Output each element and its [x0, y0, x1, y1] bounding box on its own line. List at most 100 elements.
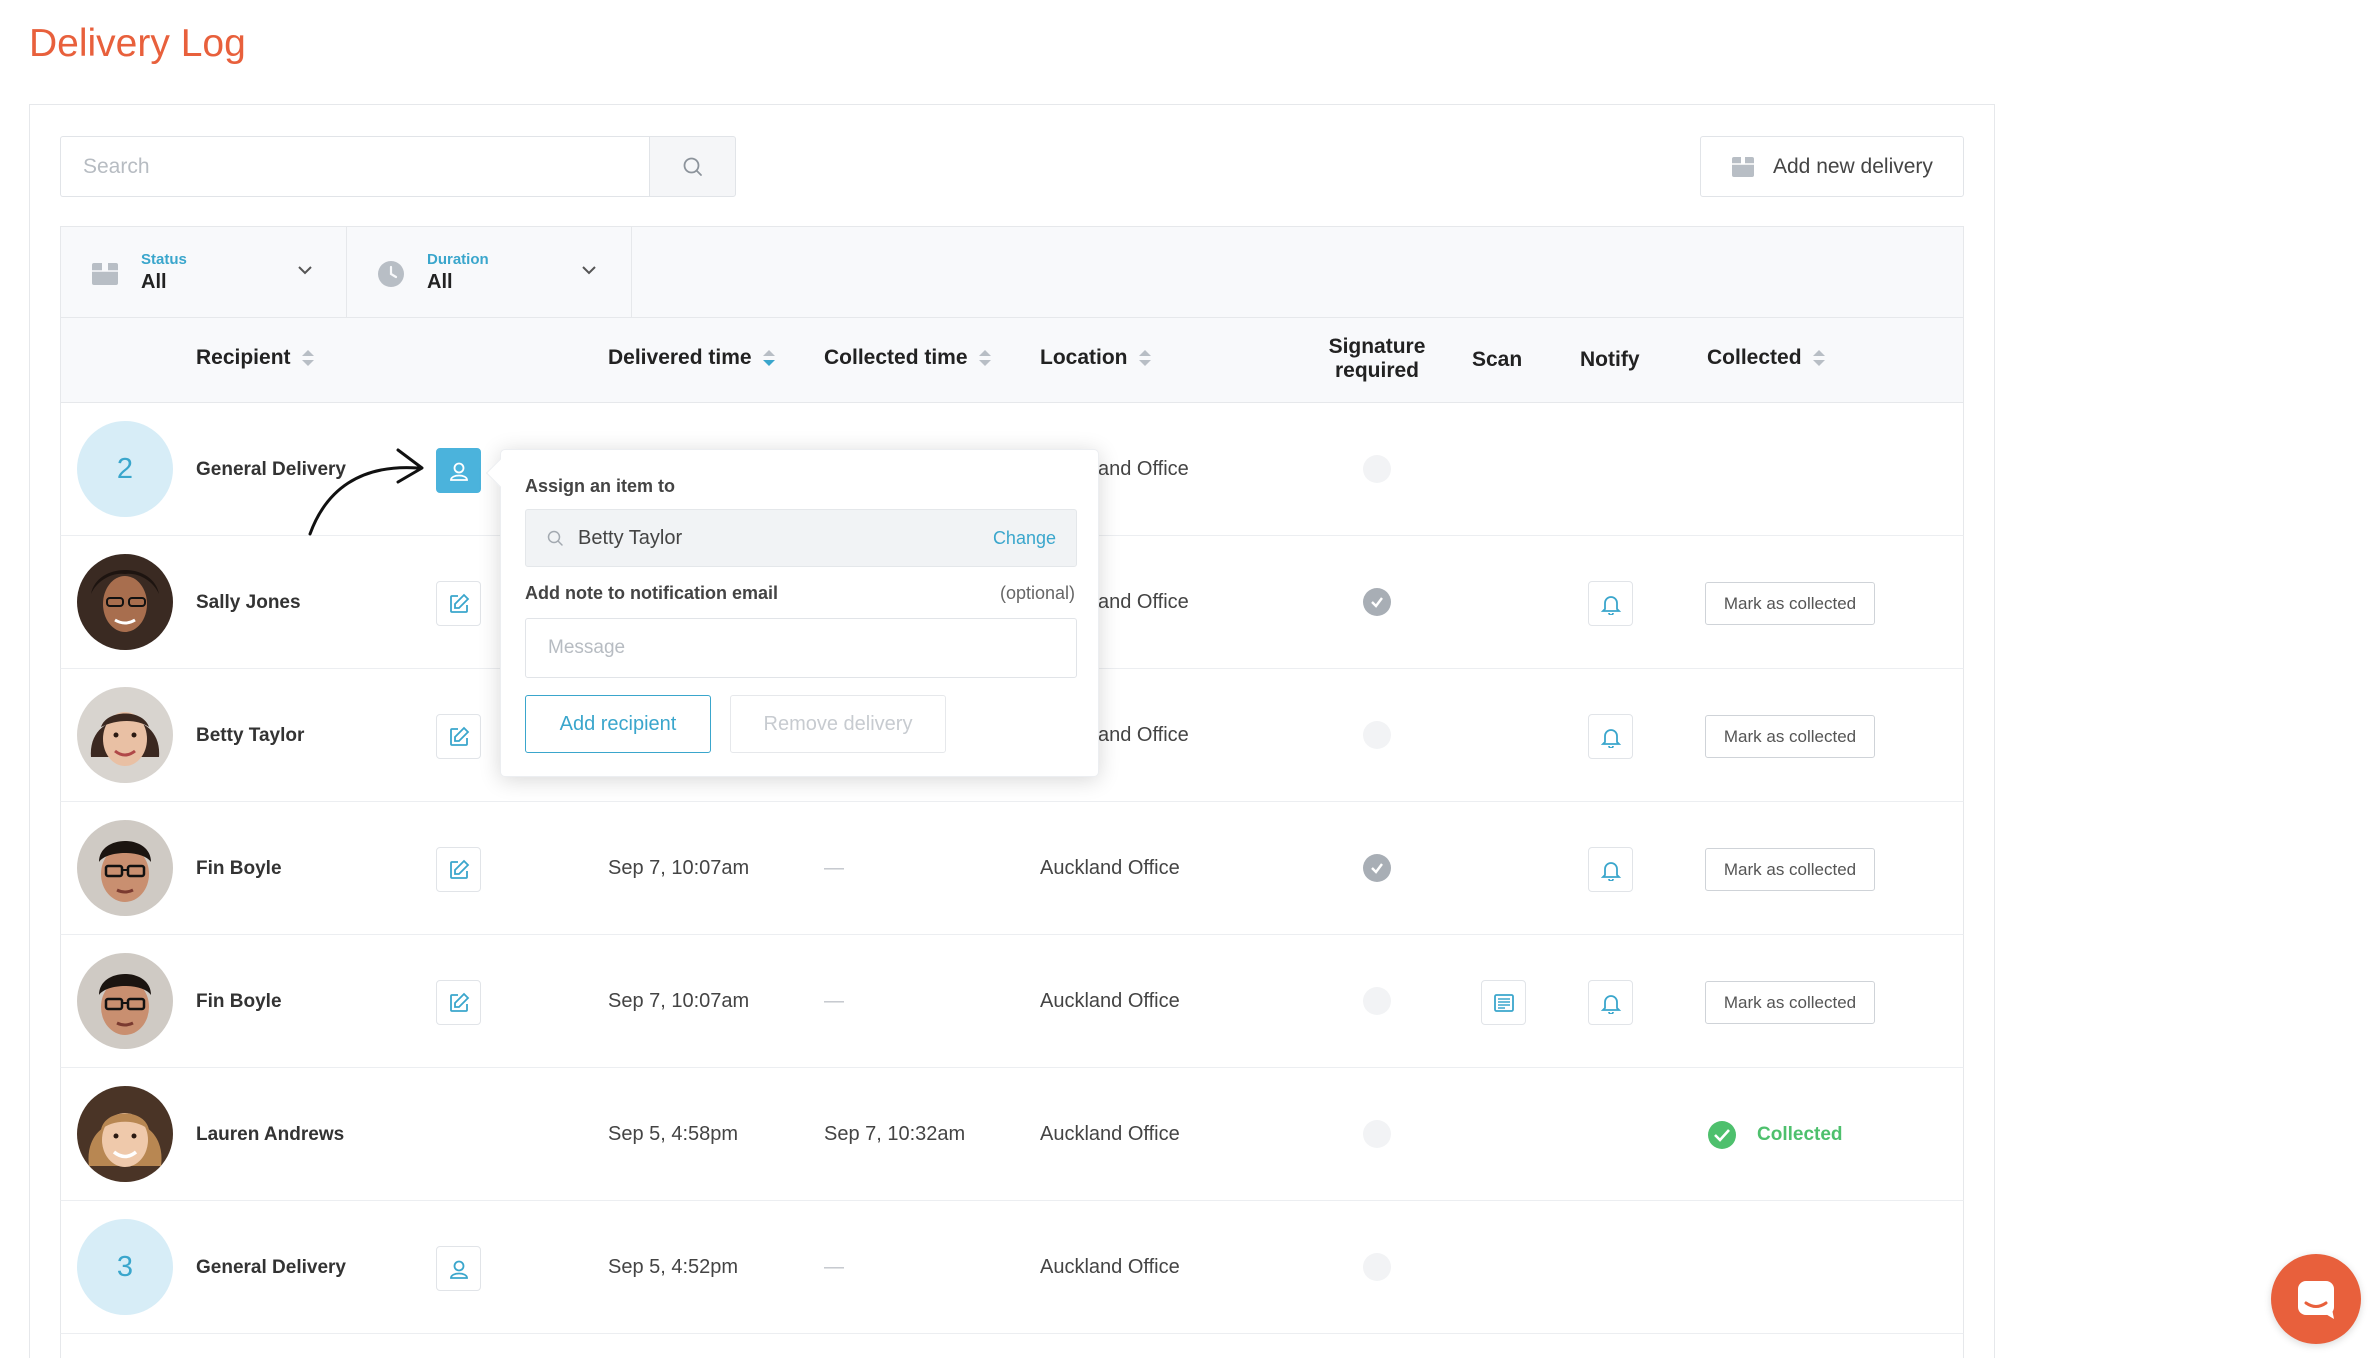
signature-check-icon: [1363, 854, 1391, 882]
signature-check-icon: [1363, 588, 1391, 616]
chevron-down-icon: [582, 266, 596, 275]
location-cell: Auckland Office: [1040, 1123, 1180, 1145]
location-cell: and Office: [1098, 458, 1189, 480]
signature-indicator: [1363, 1253, 1391, 1281]
notify-button[interactable]: [1588, 581, 1633, 626]
delivered-time-cell: Sep 5, 4:52pm: [608, 1256, 739, 1278]
search-button[interactable]: [649, 136, 736, 197]
check-circle-icon: [1708, 1120, 1736, 1149]
delivered-time-cell: Sep 5, 4:58pm: [608, 1123, 739, 1145]
recipient-name: General Delivery: [196, 1256, 346, 1278]
table-row: Fin Boyle Sep 7, 10:07am — Auckland Offi…: [60, 802, 1964, 935]
location-column-header[interactable]: Location: [1040, 346, 1152, 370]
notify-column-header: Notify: [1580, 348, 1640, 371]
assign-recipient-button[interactable]: [436, 1246, 481, 1291]
user-icon: [449, 462, 468, 481]
edit-icon: [449, 726, 469, 746]
notify-button[interactable]: [1588, 980, 1633, 1025]
add-recipient-button[interactable]: Add recipient: [525, 695, 711, 753]
location-cell: Auckland Office: [1040, 857, 1180, 879]
assign-recipient-button[interactable]: [436, 448, 481, 493]
duration-filter-label: Duration: [427, 251, 489, 268]
sort-icon: [1812, 350, 1825, 366]
status-filter-value: All: [141, 271, 167, 293]
location-cell: and Office: [1098, 724, 1189, 746]
avatar: [77, 1086, 173, 1182]
package-icon: [1732, 156, 1754, 177]
collected-time-column-header[interactable]: Collected time: [824, 346, 992, 370]
collected-status: Collected: [1707, 1068, 1843, 1201]
location-cell: and Office: [1098, 591, 1189, 613]
clock-icon: [378, 261, 404, 287]
filter-bar: Status All Duration All: [60, 226, 1964, 319]
collected-time-cell: —: [824, 990, 844, 1012]
mark-as-collected-button[interactable]: Mark as collected: [1705, 715, 1875, 758]
collected-column-header[interactable]: Collected: [1707, 346, 1826, 370]
mark-as-collected-button[interactable]: Mark as collected: [1705, 981, 1875, 1024]
signature-required-column-header: Signature required: [1328, 335, 1426, 382]
assign-item-label: Assign an item to: [525, 476, 676, 496]
table-row: Fin Boyle Sep 7, 10:07am — Auckland Offi…: [60, 935, 1964, 1068]
annotation-arrow-icon: [308, 448, 424, 536]
note-label: Add note to notification email: [525, 583, 778, 603]
assign-item-popover: Assign an item to Betty Taylor Change Ad…: [485, 449, 1099, 777]
edit-button[interactable]: [436, 581, 481, 626]
avatar: [77, 953, 173, 1049]
notify-button[interactable]: [1588, 714, 1633, 759]
bell-icon: [1600, 728, 1621, 748]
page-title: Delivery Log: [29, 22, 246, 65]
note-optional-label: (optional): [999, 583, 1075, 603]
duration-filter-value: All: [427, 271, 453, 293]
user-icon: [449, 1260, 468, 1279]
duration-filter[interactable]: Duration All: [347, 227, 632, 319]
chevron-down-icon: [298, 266, 312, 275]
change-assignee-link[interactable]: Change: [993, 528, 1056, 549]
avatar: 3: [77, 1219, 173, 1315]
signature-indicator: [1363, 455, 1391, 483]
edit-icon: [449, 593, 469, 613]
assignee-name: Betty Taylor: [578, 526, 683, 549]
delivered-time-cell: Sep 7, 10:07am: [608, 990, 750, 1012]
sort-icon: [978, 350, 991, 366]
signature-indicator: [1363, 721, 1391, 749]
recipient-name: Lauren Andrews: [196, 1123, 345, 1145]
edit-button[interactable]: [436, 714, 481, 759]
scan-button[interactable]: [1481, 980, 1526, 1025]
bell-icon: [1600, 861, 1621, 881]
search-icon: [683, 157, 702, 176]
edit-icon: [449, 859, 469, 879]
table-row: 3 General Delivery Sep 5, 4:52pm — Auckl…: [60, 1201, 1964, 1334]
table-row: Lauren Andrews Sep 5, 4:58pm Sep 7, 10:3…: [60, 1068, 1964, 1201]
remove-delivery-button[interactable]: Remove delivery: [730, 695, 946, 753]
collected-time-cell: —: [824, 1256, 844, 1278]
scan-document-icon: [1493, 993, 1514, 1012]
recipient-column-header[interactable]: Recipient: [196, 346, 315, 370]
search-input[interactable]: [60, 136, 650, 197]
mark-as-collected-button[interactable]: Mark as collected: [1705, 582, 1875, 625]
chat-launcher-button[interactable]: [2271, 1254, 2361, 1344]
recipient-name: Fin Boyle: [196, 857, 282, 879]
mark-as-collected-button[interactable]: Mark as collected: [1705, 848, 1875, 891]
avatar: [77, 554, 173, 650]
recipient-name: Fin Boyle: [196, 990, 282, 1012]
sort-icon: [762, 350, 775, 366]
box-icon: [92, 263, 118, 285]
edit-button[interactable]: [436, 847, 481, 892]
avatar: 2: [77, 421, 173, 517]
status-filter[interactable]: Status All: [61, 227, 347, 319]
edit-icon: [449, 992, 469, 1012]
bell-icon: [1600, 595, 1621, 615]
delivered-time-column-header[interactable]: Delivered time: [608, 346, 776, 370]
assignee-field[interactable]: Betty Taylor Change: [525, 509, 1077, 567]
delivered-time-cell: Sep 7, 10:07am: [608, 857, 750, 879]
table-row: [60, 1334, 1964, 1358]
status-filter-label: Status: [141, 251, 187, 268]
avatar: [77, 820, 173, 916]
edit-button[interactable]: [436, 980, 481, 1025]
add-new-delivery-button[interactable]: Add new delivery: [1700, 136, 1964, 197]
sort-icon: [1138, 350, 1151, 366]
message-input[interactable]: [525, 618, 1077, 678]
recipient-name: Sally Jones: [196, 591, 301, 613]
table-header: Recipient Delivered time Collected time …: [60, 317, 1964, 403]
notify-button[interactable]: [1588, 847, 1633, 892]
